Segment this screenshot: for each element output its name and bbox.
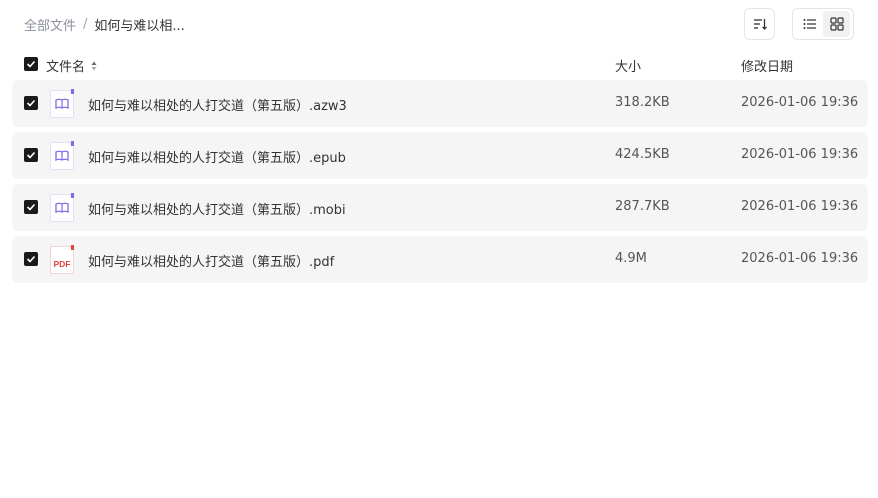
table-header: 文件名 大小 修改日期 bbox=[12, 52, 868, 76]
sort-button[interactable] bbox=[744, 8, 775, 40]
ebook-icon bbox=[50, 89, 74, 118]
row-checkbox[interactable] bbox=[24, 252, 38, 266]
file-name[interactable]: 如何与难以相处的人打交道（第五版）.mobi bbox=[88, 199, 346, 218]
sort-icon bbox=[753, 19, 767, 30]
file-name[interactable]: 如何与难以相处的人打交道（第五版）.pdf bbox=[88, 251, 334, 270]
file-size: 4.9M bbox=[615, 251, 647, 266]
column-header-name[interactable]: 文件名 bbox=[46, 56, 97, 75]
check-icon bbox=[26, 255, 36, 263]
view-toggle bbox=[792, 8, 854, 40]
column-header-size[interactable]: 大小 bbox=[615, 56, 641, 75]
check-icon bbox=[26, 151, 36, 159]
column-header-name-label: 文件名 bbox=[46, 60, 86, 75]
file-modified-date: 2026-01-06 19:36 bbox=[741, 147, 859, 162]
file-name[interactable]: 如何与难以相处的人打交道（第五版）.epub bbox=[88, 147, 346, 166]
grid-view-button[interactable] bbox=[823, 11, 850, 37]
pdf-icon: PDF bbox=[50, 245, 74, 274]
table-row[interactable]: 如何与难以相处的人打交道（第五版）.azw3 318.2KB 2026-01-0… bbox=[12, 80, 868, 127]
sort-caret-icon bbox=[91, 61, 97, 71]
breadcrumb-root-link[interactable]: 全部文件 bbox=[24, 15, 76, 34]
file-modified-date: 2026-01-06 19:36 bbox=[741, 199, 859, 214]
table-row[interactable]: 如何与难以相处的人打交道（第五版）.epub 424.5KB 2026-01-0… bbox=[12, 132, 868, 179]
check-icon bbox=[26, 203, 36, 211]
list-view-button[interactable] bbox=[796, 11, 823, 37]
check-icon bbox=[26, 60, 36, 68]
ebook-icon bbox=[50, 193, 74, 222]
table-row[interactable]: PDF 如何与难以相处的人打交道（第五版）.pdf 4.9M 2026-01-0… bbox=[12, 236, 868, 283]
file-name[interactable]: 如何与难以相处的人打交道（第五版）.azw3 bbox=[88, 95, 347, 114]
check-icon bbox=[26, 99, 36, 107]
table-row[interactable]: 如何与难以相处的人打交道（第五版）.mobi 287.7KB 2026-01-0… bbox=[12, 184, 868, 231]
file-size: 424.5KB bbox=[615, 147, 670, 162]
file-modified-date: 2026-01-06 19:36 bbox=[741, 95, 859, 110]
row-checkbox[interactable] bbox=[24, 148, 38, 162]
breadcrumb: 全部文件 / 如何与难以相... bbox=[24, 14, 185, 34]
column-header-date[interactable]: 修改日期 bbox=[741, 56, 793, 75]
breadcrumb-current: 如何与难以相... bbox=[94, 18, 185, 34]
file-modified-date: 2026-01-06 19:36 bbox=[741, 251, 859, 266]
row-checkbox[interactable] bbox=[24, 96, 38, 110]
breadcrumb-separator: / bbox=[83, 16, 88, 32]
ebook-icon bbox=[50, 141, 74, 170]
file-size: 287.7KB bbox=[615, 199, 670, 214]
select-all-checkbox[interactable] bbox=[24, 57, 38, 71]
file-size: 318.2KB bbox=[615, 95, 670, 110]
row-checkbox[interactable] bbox=[24, 200, 38, 214]
svg-text:PDF: PDF bbox=[54, 259, 71, 269]
grid-view-icon bbox=[829, 17, 844, 31]
list-view-icon bbox=[803, 19, 816, 29]
